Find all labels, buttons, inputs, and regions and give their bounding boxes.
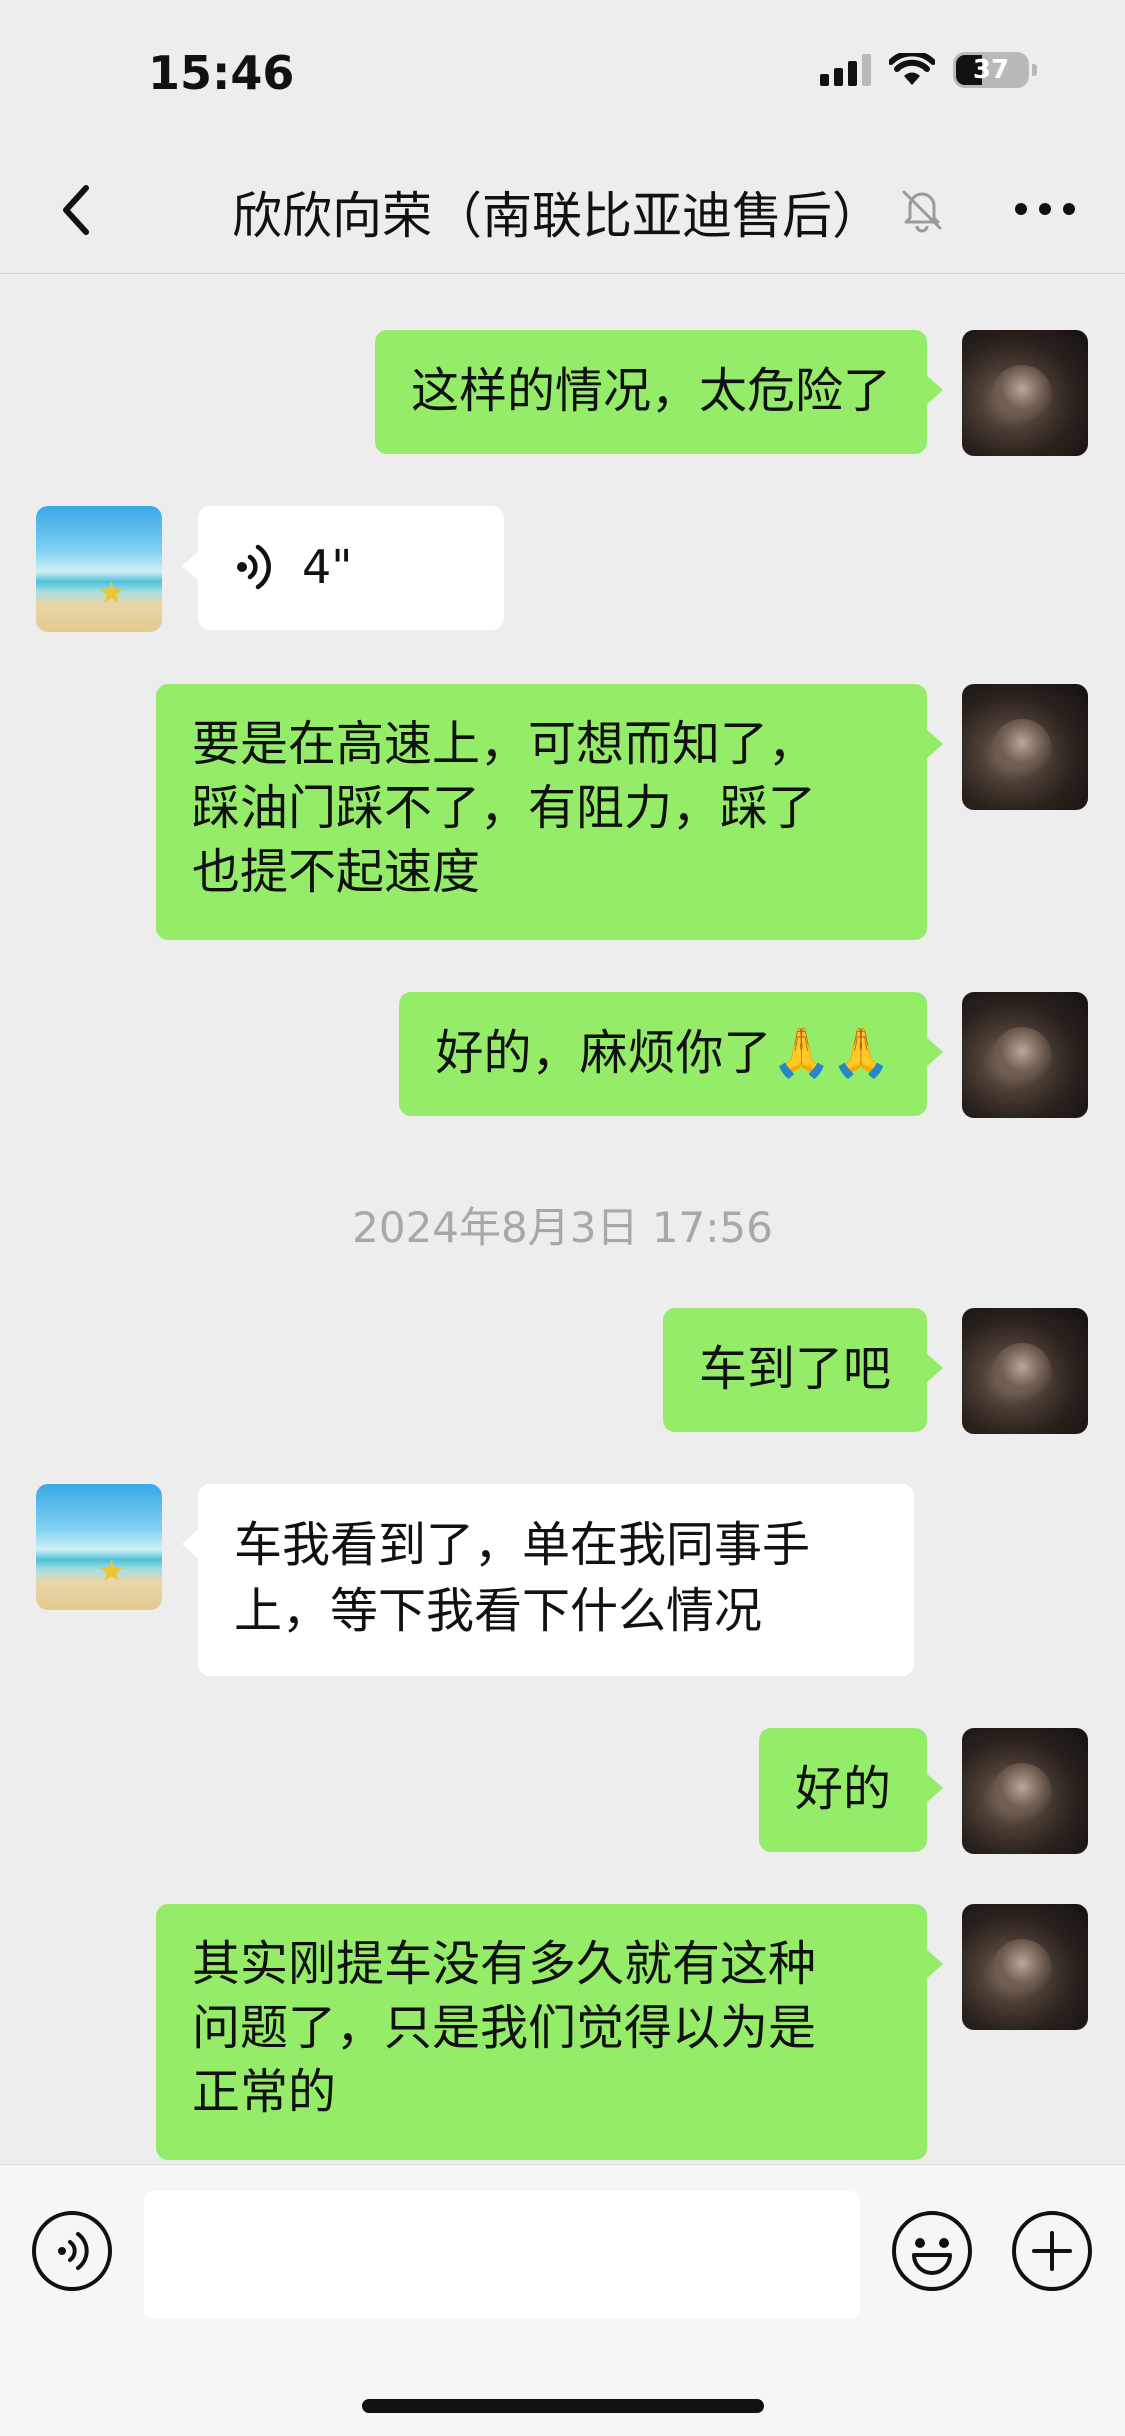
message-bubble[interactable]: 车我看到了，单在我同事手 上，等下我看下什么情况: [182, 1484, 914, 1676]
message-bubble[interactable]: 车到了吧: [662, 1308, 944, 1432]
message-bubble[interactable]: 这样的情况，太危险了: [374, 330, 944, 454]
message-line: 上，等下我看下什么情况: [234, 1583, 763, 1639]
voice-duration: 4": [302, 540, 353, 594]
home-indicator[interactable]: [362, 2399, 764, 2413]
message-line: 踩油门踩不了，有阻力，踩了: [192, 780, 817, 836]
chevron-left-icon[interactable]: [40, 170, 120, 250]
voice-icon: [237, 544, 271, 590]
input-bar: [0, 2164, 1125, 2436]
my-avatar[interactable]: [962, 330, 1088, 456]
message-line: 要是在高速上，可想而知了，: [192, 716, 817, 772]
contact-avatar[interactable]: [36, 506, 162, 632]
wifi-icon: [889, 53, 935, 85]
ellipsis-icon[interactable]: [1005, 174, 1085, 244]
message-line: 车我看到了，单在我同事手: [234, 1517, 811, 1573]
cellular-signal-icon: [820, 54, 871, 86]
status-time: 15:46: [148, 46, 295, 100]
message-timestamp: 2024年8月3日 17:56: [352, 1203, 773, 1252]
message-line: 其实刚提车没有多久就有这种: [192, 1936, 817, 1992]
message-text: 车到了吧: [698, 1341, 891, 1397]
battery-level: 37: [972, 55, 1010, 85]
message-text: 好的: [794, 1761, 891, 1817]
message-list[interactable]: 这样的情况，太危险了 4" 要是在高速上，可想而知了， 踩油门踩不了，有阻力，踩…: [0, 274, 1125, 2164]
my-avatar[interactable]: [962, 992, 1088, 1118]
status-bar: 15:46 37: [0, 0, 1125, 150]
message-text: 这样的情况，太危险了: [410, 363, 891, 419]
status-icons: 37: [820, 52, 1037, 88]
my-avatar[interactable]: [962, 1308, 1088, 1434]
message-bubble[interactable]: 要是在高速上，可想而知了， 踩油门踩不了，有阻力，踩了 也提不起速度: [156, 684, 943, 940]
my-avatar[interactable]: [962, 1904, 1088, 2030]
message-input[interactable]: [144, 2191, 860, 2319]
message-text: 好的，麻烦你了🙏🙏: [435, 1025, 891, 1081]
smiley-icon[interactable]: [890, 2209, 974, 2293]
voice-icon[interactable]: [30, 2209, 114, 2293]
plus-icon[interactable]: [1010, 2209, 1094, 2293]
message-line: 问题了，只是我们觉得以为是: [192, 2000, 817, 2056]
my-avatar[interactable]: [962, 684, 1088, 810]
chat-title[interactable]: 欣欣向荣（南联比亚迪售后）: [232, 176, 882, 248]
my-avatar[interactable]: [962, 1728, 1088, 1854]
message-bubble[interactable]: 好的: [758, 1728, 944, 1852]
message-line: 也提不起速度: [192, 844, 481, 900]
voice-message-bubble[interactable]: 4": [182, 506, 504, 630]
bell-slash-icon: [902, 190, 942, 233]
message-line: 正常的: [192, 2064, 337, 2120]
chat-header: 欣欣向荣（南联比亚迪售后）: [0, 150, 1125, 274]
message-bubble[interactable]: 好的，麻烦你了🙏🙏: [399, 992, 943, 1116]
battery-icon: 37: [953, 52, 1037, 88]
contact-avatar[interactable]: [36, 1484, 162, 1610]
message-bubble[interactable]: 其实刚提车没有多久就有这种 问题了，只是我们觉得以为是 正常的: [156, 1904, 943, 2160]
